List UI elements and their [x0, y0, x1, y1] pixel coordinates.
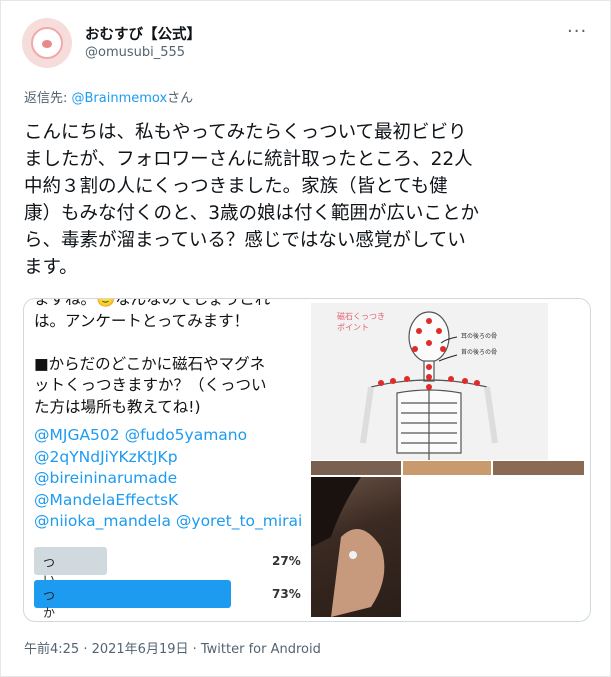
skeleton-illustration: 磁石くっつき ポイント 耳の後ろの骨 首の後ろの骨 — [311, 303, 548, 460]
photo-thumbnail[interactable] — [403, 461, 491, 475]
tweet-media-image[interactable]: ますね。🙂なんなのでしょうこれ は。アンケートとってみます！ ■からだのどこかに… — [23, 298, 591, 622]
reply-to: 返信先: @Brainmemoxさん — [24, 87, 193, 106]
mention-line[interactable]: @MandelaEffectsK — [34, 490, 324, 512]
mention-line[interactable]: @bireininarumade — [34, 468, 324, 490]
display-name[interactable]: おむすび【公式】 — [85, 23, 201, 44]
photo-ear-magnet[interactable] — [311, 477, 401, 617]
more-horizontal-icon[interactable]: ··· — [567, 21, 587, 42]
skeleton-drawing — [360, 311, 498, 460]
mention-line[interactable]: @niioka_mandela @yoret_to_mirai — [34, 511, 324, 533]
tweet-card: おむすび【公式】 @omusubi_555 ··· 返信先: @Brainmem… — [0, 0, 611, 677]
avatar-dot — [42, 40, 52, 48]
avatar[interactable] — [22, 18, 72, 68]
reply-prefix: 返信先: — [24, 91, 72, 106]
mention-list: @MJGA502 @fudo5yamano @2qYNdJiYKzKtJKp @… — [34, 425, 324, 533]
photo-thumbnail[interactable] — [493, 461, 584, 475]
reply-suffix: さん — [167, 91, 194, 106]
reply-target-link[interactable]: @Brainmemox — [72, 91, 168, 106]
photo-thumbnail[interactable] — [311, 461, 401, 475]
poll-option-percent: 27% — [272, 554, 301, 568]
poll-option-label: つかなかった — [43, 589, 56, 620]
tweet-timestamp[interactable]: 午前4:25 · 2021年6月19日 · Twitter for Androi… — [24, 638, 321, 657]
poll-option-percent: 73% — [272, 587, 301, 601]
poll-question-text: ますね。🙂なんなのでしょうこれ は。アンケートとってみます！ ■からだのどこかに… — [34, 298, 271, 416]
user-handle[interactable]: @omusubi_555 — [85, 45, 185, 60]
tweet-text: こんにちは、私もやってみたらくっついて最初ビビり ましたが、フォロワーさんに統計… — [24, 122, 480, 278]
mention-line[interactable]: @2qYNdJiYKzKtJKp — [34, 447, 324, 469]
mention-line[interactable]: @MJGA502 @fudo5yamano — [34, 425, 324, 447]
photo-drawing — [311, 477, 385, 617]
poll-bar — [34, 580, 231, 608]
